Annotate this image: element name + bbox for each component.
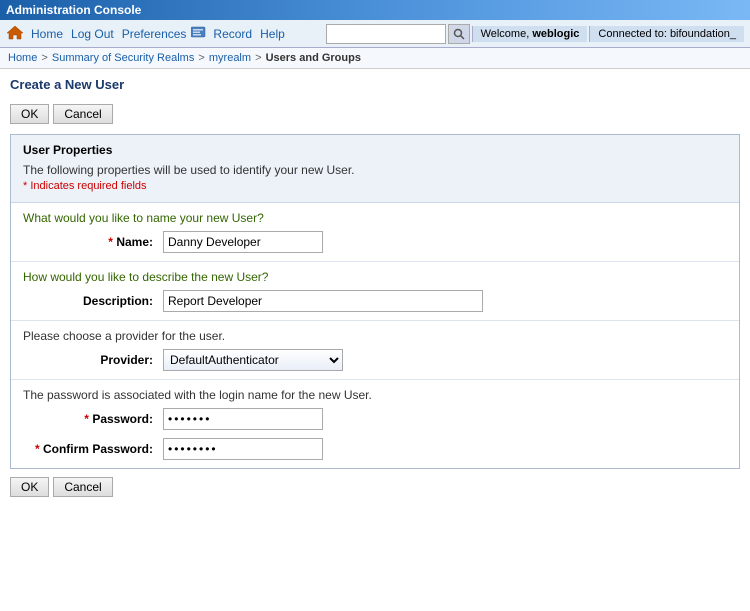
confirm-required-star: * — [35, 442, 43, 456]
desc-input[interactable] — [163, 290, 483, 312]
top-btn-row: OK Cancel — [10, 104, 740, 124]
ok-button-bottom[interactable]: OK — [10, 477, 49, 497]
breadcrumb-current: Users and Groups — [266, 52, 361, 64]
name-label: * Name: — [23, 235, 153, 249]
password-field-row: * Password: — [23, 408, 727, 430]
confirm-password-label: * Confirm Password: — [23, 442, 153, 456]
bottom-btn-row: OK Cancel — [10, 477, 740, 497]
title-bar-text: Administration Console — [6, 3, 141, 17]
provider-select[interactable]: DefaultAuthenticator — [163, 349, 343, 371]
password-input[interactable] — [163, 408, 323, 430]
search-icon — [453, 28, 465, 40]
password-label: * Password: — [23, 412, 153, 426]
required-note: * Indicates required fields — [23, 180, 727, 192]
nav-logout[interactable]: Log Out — [68, 26, 117, 42]
cancel-button-top[interactable]: Cancel — [53, 104, 112, 124]
home-icon[interactable] — [6, 24, 24, 43]
top-description-panel: User Properties The following properties… — [11, 135, 739, 203]
nav-preferences[interactable]: Preferences — [119, 26, 190, 42]
field-section-wrap: What would you like to name your new Use… — [11, 203, 739, 468]
connected-text: Connected to: bifoundation_ — [598, 28, 736, 40]
breadcrumb-myrealm[interactable]: myrealm — [209, 52, 251, 64]
name-question: What would you like to name your new Use… — [23, 211, 727, 225]
password-question: The password is associated with the logi… — [23, 388, 727, 402]
section-title: Create a New User — [10, 77, 740, 96]
search-input[interactable] — [326, 24, 446, 44]
name-field-row: * Name: — [23, 231, 727, 253]
ok-button-top[interactable]: OK — [10, 104, 49, 124]
desc-field-row: Description: — [23, 290, 727, 312]
cancel-button-bottom[interactable]: Cancel — [53, 477, 112, 497]
search-area — [326, 24, 470, 44]
name-input[interactable] — [163, 231, 323, 253]
password-field-section: The password is associated with the logi… — [11, 380, 739, 468]
panel-desc: The following properties will be used to… — [23, 163, 727, 177]
welcome-area: Welcome, weblogic — [472, 26, 588, 42]
connected-area: Connected to: bifoundation_ — [589, 26, 744, 42]
confirm-password-input[interactable] — [163, 438, 323, 460]
title-bar: Administration Console — [0, 0, 750, 20]
breadcrumb: Home > Summary of Security Realms > myre… — [0, 48, 750, 69]
nav-record[interactable]: Record — [210, 26, 255, 42]
confirm-password-field-row: * Confirm Password: — [23, 438, 727, 460]
provider-field-section: Please choose a provider for the user. P… — [11, 321, 739, 380]
nav-help[interactable]: Help — [257, 26, 288, 42]
breadcrumb-security-realms[interactable]: Summary of Security Realms — [52, 52, 194, 64]
welcome-text: Welcome, — [481, 28, 533, 40]
provider-field-row: Provider: DefaultAuthenticator — [23, 349, 727, 371]
nav-bar: Home Log Out Preferences Record Help Wel… — [0, 20, 750, 48]
form-panel: User Properties The following properties… — [10, 134, 740, 469]
record-icon — [191, 26, 207, 41]
provider-question: Please choose a provider for the user. — [23, 329, 727, 343]
breadcrumb-home[interactable]: Home — [8, 52, 37, 64]
desc-question: How would you like to describe the new U… — [23, 270, 727, 284]
name-field-section: What would you like to name your new Use… — [11, 203, 739, 262]
main-content: Create a New User OK Cancel User Propert… — [0, 69, 750, 515]
desc-label: Description: — [23, 294, 153, 308]
panel-title: User Properties — [23, 143, 727, 157]
welcome-user: weblogic — [532, 28, 579, 40]
desc-field-section: How would you like to describe the new U… — [11, 262, 739, 321]
search-button[interactable] — [448, 24, 470, 44]
provider-label: Provider: — [23, 353, 153, 367]
nav-home[interactable]: Home — [28, 26, 66, 42]
